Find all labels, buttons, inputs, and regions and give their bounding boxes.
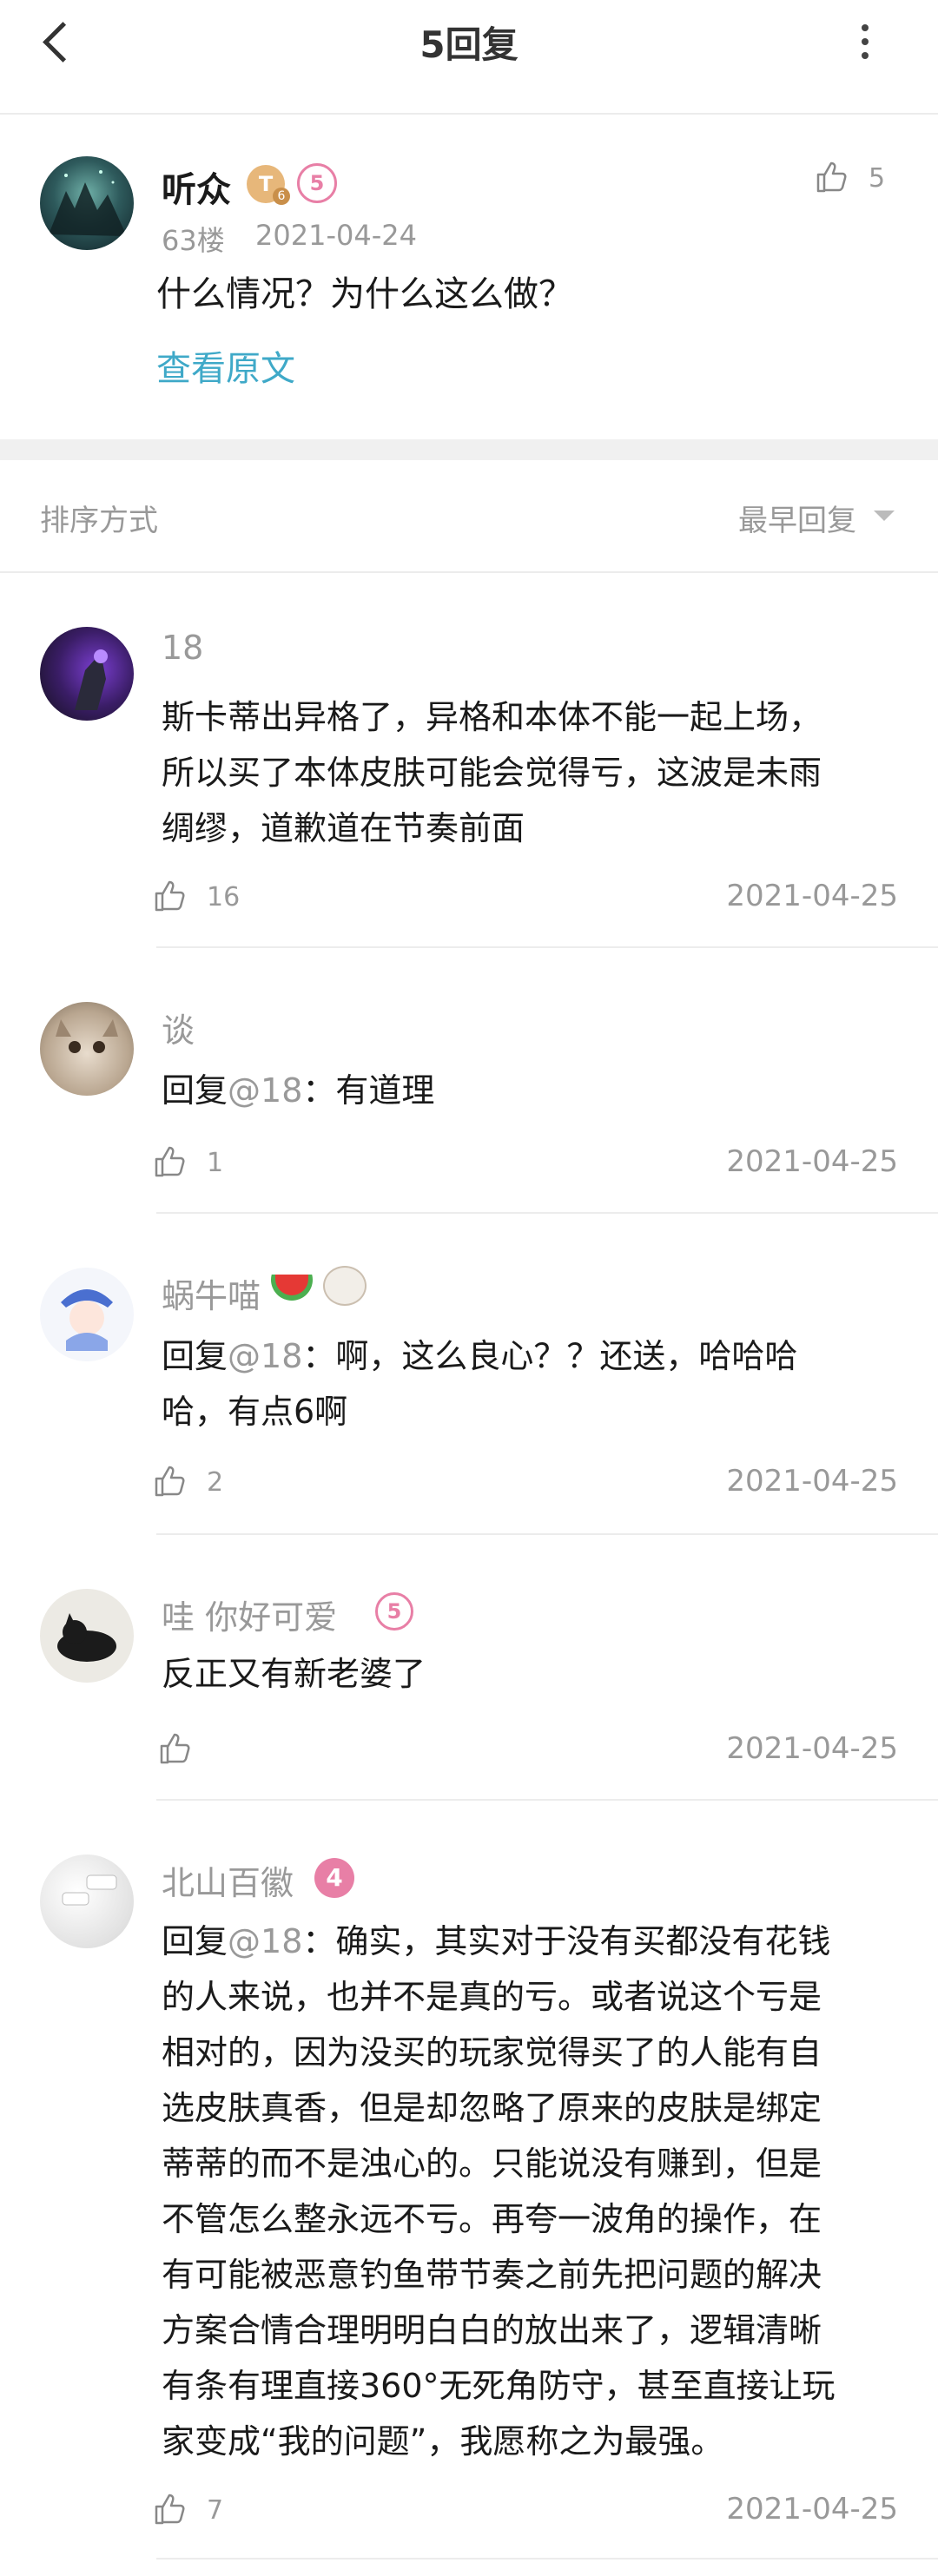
reply-username[interactable]: 谈 (162, 1004, 195, 1051)
avatar-image (75, 649, 108, 710)
reply-username[interactable]: 蜗牛喵 (162, 1269, 261, 1317)
reply-text-line: 选皮肤真香，但是却忽略了原来的皮肤是绑定 (162, 2089, 822, 2127)
reply-date: 2021-04-25 (726, 1731, 898, 1766)
thumbs-up-icon[interactable] (153, 2492, 188, 2527)
watermelon-emoji (271, 1275, 314, 1301)
avatar[interactable] (40, 1268, 134, 1361)
reply-text-line: 反正又有新老婆了 (162, 1655, 426, 1693)
avatar-image (49, 170, 127, 236)
reply-text-line: 哈，有点6啊 (162, 1393, 348, 1431)
avatar-image (62, 1874, 117, 1906)
like-count: 16 (207, 882, 241, 912)
like-count: 2 (207, 1467, 224, 1498)
divider (156, 1799, 938, 1801)
reply-prefix: 回复 (162, 1071, 228, 1110)
thumbs-up-icon[interactable] (158, 1731, 193, 1766)
reply-text-line: 有条有理直接360°无死角防守，甚至直接让玩 (162, 2367, 836, 2405)
avatar[interactable] (40, 1589, 134, 1683)
avatar[interactable] (40, 1002, 134, 1096)
sort-bar: 排序方式 最早回复 (0, 460, 938, 573)
reply-text-line: 相对的，因为没买的玩家觉得买了的人能有自 (162, 2033, 822, 2072)
like-count: 7 (207, 2495, 224, 2526)
reply-username[interactable]: 18 (162, 629, 203, 667)
reply-prefix: 回复 (162, 1337, 228, 1375)
reply-text-line: 方案合情合理明明白白的放出来了，逻辑清晰 (162, 2311, 822, 2349)
avatar-image (56, 1019, 118, 1053)
reply-date: 2021-04-25 (726, 1144, 898, 1179)
mention-link[interactable]: @18 (228, 1071, 302, 1110)
sort-label: 排序方式 (40, 504, 158, 538)
reply-text-line: 的人来说，也并不是真的亏。或者说这个亏是 (162, 1978, 822, 2016)
divider (156, 1533, 938, 1535)
reply-body: ：有道理 (302, 1071, 435, 1110)
more-vertical-icon[interactable] (860, 24, 870, 66)
reply-text-line: 回复@18：啊，这么良心？？还送，哈哈哈 (162, 1328, 797, 1384)
thumbs-up-icon[interactable] (153, 1464, 188, 1499)
reply-username[interactable]: 哇 你好可爱 (162, 1591, 337, 1638)
reply-text-line: 斯卡蒂出异格了，异格和本体不能一起上场， (162, 698, 822, 736)
thumbs-up-icon[interactable] (153, 879, 188, 913)
op-username[interactable]: 听众 (162, 161, 231, 212)
reply-text-line: 绸缪，道歉道在节奏前面 (162, 809, 525, 847)
reply-text-line: 回复@18：确实，其实对于没有买都没有花钱 (162, 1914, 830, 1969)
divider (156, 1212, 938, 1214)
vip-badge: 5 (375, 1592, 413, 1631)
thumbs-up-icon[interactable] (815, 160, 849, 194)
like-count: 1 (207, 1148, 224, 1178)
sticker-icon (323, 1266, 367, 1306)
divider (156, 946, 938, 948)
reply-text-line: 蒂蒂的而不是浊心的。只能说没有赚到，但是 (162, 2144, 822, 2183)
reply-prefix: 回复 (162, 1922, 228, 1960)
level-badge-sub: 6 (273, 188, 290, 205)
reply-username[interactable]: 北山百徽 (162, 1856, 294, 1904)
op-text: 什么情况？为什么这么做？ (156, 274, 573, 314)
avatar[interactable] (40, 156, 134, 250)
mention-link[interactable]: @18 (228, 1922, 302, 1960)
reply-body: ：确实，其实对于没有买都没有花钱 (302, 1922, 831, 1960)
vip-badge: 5 (297, 163, 337, 203)
like-count: 5 (869, 163, 886, 194)
reply-body: ：啊，这么良心？？还送，哈哈哈 (302, 1337, 798, 1375)
mention-link[interactable]: @18 (228, 1337, 302, 1375)
reply-text-line: 所以买了本体皮肤可能会觉得亏，这波是未雨 (162, 754, 822, 792)
op-floor: 63楼 (162, 224, 225, 257)
avatar[interactable] (40, 627, 134, 721)
level-badge: 4 (314, 1858, 354, 1898)
avatar[interactable] (40, 1855, 134, 1948)
thumbs-up-icon[interactable] (153, 1144, 188, 1179)
caret-down-icon (874, 511, 895, 521)
reply-date: 2021-04-25 (726, 2492, 898, 2527)
view-original-link[interactable]: 查看原文 (156, 340, 295, 391)
top-bar: 5回复 (0, 0, 938, 115)
page-title: 5回复 (419, 23, 519, 66)
avatar-image (61, 1289, 113, 1351)
reply-text-line: 有可能被恶意钓鱼带节奏之前先把问题的解决 (162, 2256, 822, 2294)
avatar-image (57, 1613, 116, 1662)
divider (156, 2558, 938, 2560)
op-date: 2021-04-24 (255, 219, 417, 252)
reply-date: 2021-04-25 (726, 879, 898, 913)
reply-date: 2021-04-25 (726, 1464, 898, 1499)
reply-text-line: 回复@18：有道理 (162, 1063, 434, 1118)
section-separator (0, 439, 938, 460)
reply-text-line: 不管怎么整永远不亏。再夸一波角的操作，在 (162, 2200, 822, 2238)
sort-value: 最早回复 (738, 504, 856, 538)
reply-text-line: 家变成“我的问题”，我愿称之为最强。 (162, 2422, 724, 2461)
sort-dropdown[interactable]: 最早回复 (738, 497, 903, 538)
